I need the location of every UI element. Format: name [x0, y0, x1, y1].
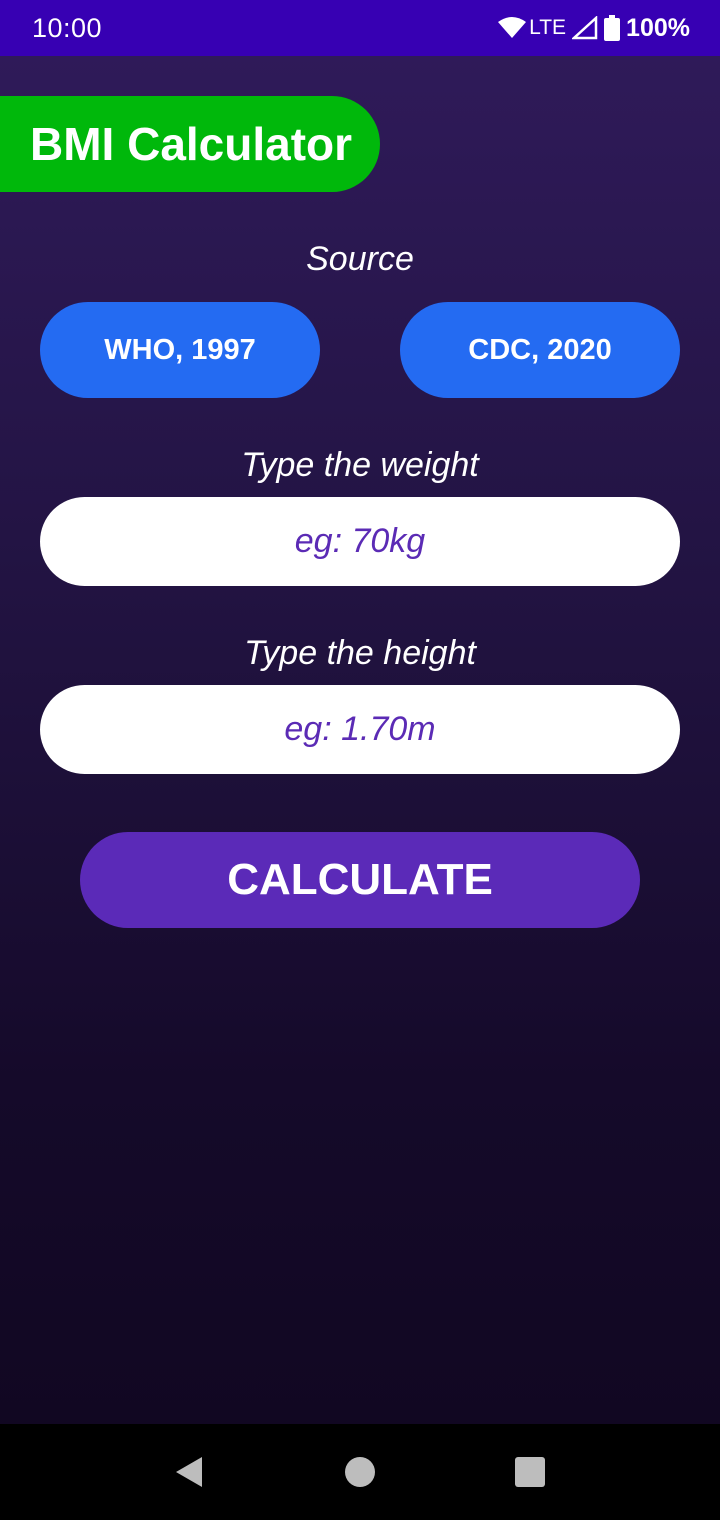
recents-icon[interactable]	[510, 1452, 550, 1492]
home-icon[interactable]	[340, 1452, 380, 1492]
source-label: Source	[306, 240, 414, 278]
app-screen: BMI Calculator Source WHO, 1997 CDC, 202…	[0, 56, 720, 1424]
status-icons: 4 LTE 100%	[497, 14, 690, 43]
network-type: LTE	[529, 16, 567, 39]
calculate-button[interactable]: CALCULATE	[80, 832, 640, 928]
height-label: Type the height	[244, 634, 476, 672]
source-cdc-button[interactable]: CDC, 2020	[400, 302, 680, 398]
weight-input[interactable]	[40, 497, 680, 586]
status-time: 10:00	[32, 12, 103, 43]
wifi-icon: 4	[497, 16, 527, 40]
status-bar: 10:00 4 LTE 100%	[0, 0, 720, 56]
battery-percent: 100%	[626, 13, 690, 42]
battery-icon	[604, 15, 621, 41]
back-icon[interactable]	[168, 1452, 208, 1492]
app-title: BMI Calculator	[0, 96, 380, 192]
weight-label: Type the weight	[241, 446, 479, 484]
signal-icon	[572, 16, 598, 40]
svg-text:4: 4	[517, 29, 523, 40]
navigation-bar	[0, 1424, 720, 1520]
source-who-button[interactable]: WHO, 1997	[40, 302, 320, 398]
height-input[interactable]	[40, 685, 680, 774]
